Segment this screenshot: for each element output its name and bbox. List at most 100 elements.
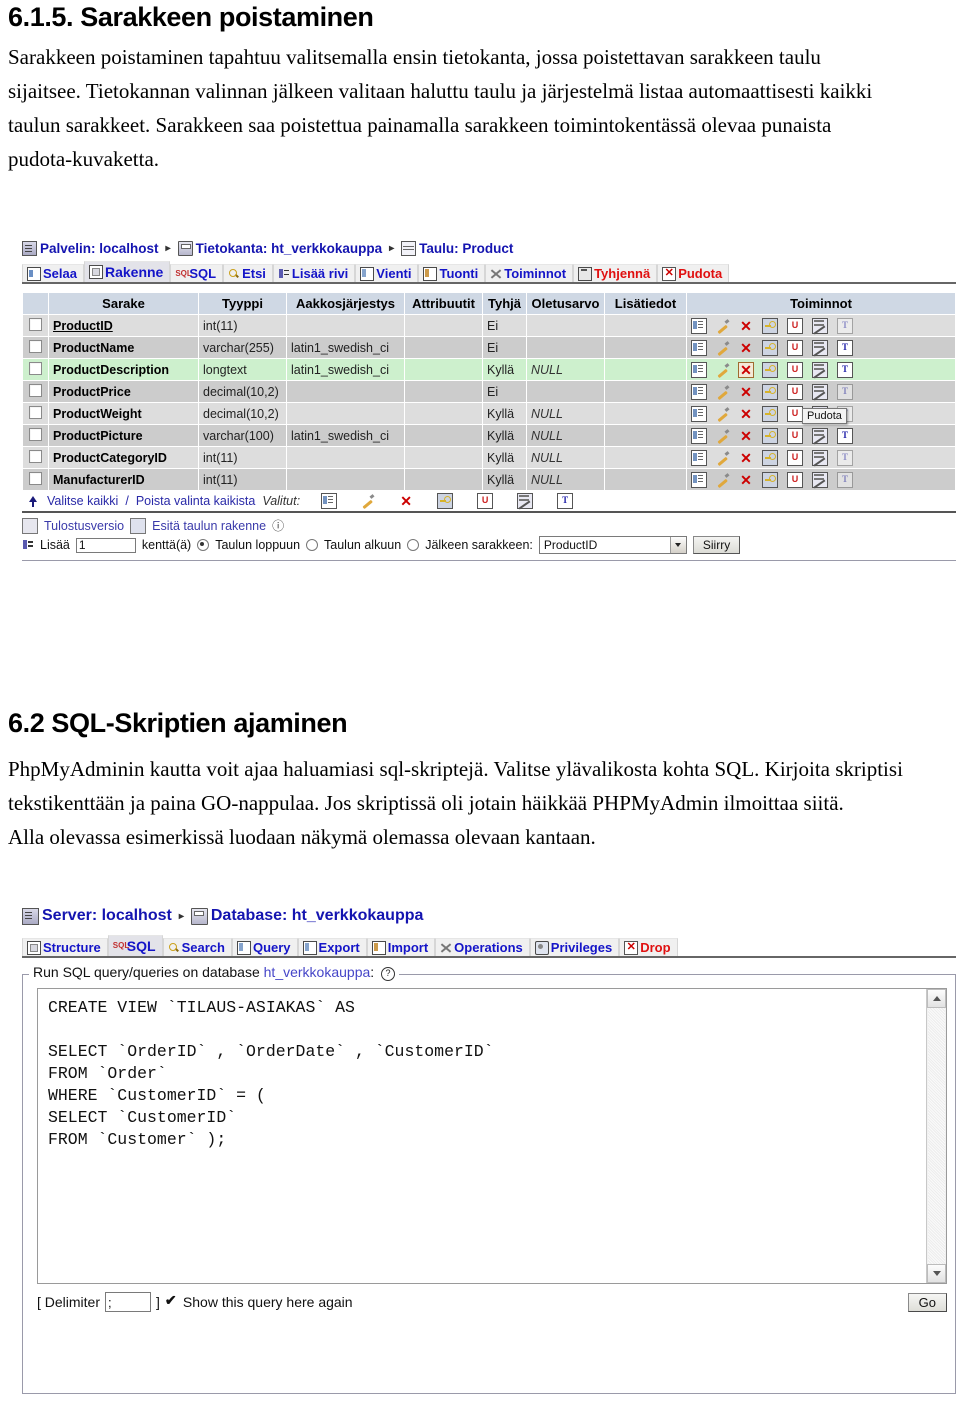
primary-key-icon[interactable]: [762, 427, 778, 444]
breadcrumb-server-sql[interactable]: Server: localhost: [42, 907, 172, 925]
edit-pencil-icon[interactable]: [716, 385, 730, 399]
browse-icon[interactable]: [691, 471, 707, 488]
tab-query[interactable]: Query: [231, 938, 298, 956]
sql-query-textarea[interactable]: CREATE VIEW `TILAUS-ASIAKAS` AS SELECT `…: [38, 989, 926, 1283]
unique-icon[interactable]: U: [787, 361, 803, 378]
help-icon[interactable]: ?: [381, 967, 396, 981]
browse-icon[interactable]: [691, 405, 707, 422]
tab-sql[interactable]: SQL SQL: [107, 935, 163, 956]
tab-search[interactable]: Search: [162, 938, 232, 956]
table-row[interactable]: ProductPicture varchar(100) latin1_swedish…: [22, 424, 956, 447]
row-checkbox[interactable]: [29, 471, 42, 485]
print-view-link[interactable]: Tulostusversio: [44, 519, 124, 533]
unique-icon[interactable]: U: [787, 471, 803, 488]
table-row[interactable]: ProductPrice decimal(10,2) Ei ✕ U T: [22, 380, 956, 403]
after-column-select[interactable]: ProductID: [538, 536, 687, 554]
radio-at-end-of-table[interactable]: [197, 539, 210, 551]
scroll-up-arrow-icon[interactable]: [927, 989, 946, 1008]
go-button-structure[interactable]: Siirry: [692, 536, 741, 554]
index-icon[interactable]: [812, 449, 828, 466]
breadcrumb-server[interactable]: Palvelin: localhost: [40, 241, 159, 256]
tab-lisää-rivi[interactable]: Lisää rivi: [272, 264, 356, 282]
row-checkbox[interactable]: [29, 405, 42, 419]
drop-x-icon[interactable]: ✕: [739, 451, 753, 465]
browse-icon[interactable]: [691, 361, 707, 378]
index-icon[interactable]: [812, 339, 828, 356]
row-checkbox[interactable]: [29, 449, 42, 463]
tab-etsi[interactable]: Etsi: [223, 264, 273, 282]
index-icon[interactable]: [517, 493, 534, 509]
drop-x-icon[interactable]: ✕: [739, 341, 753, 355]
fulltext-icon[interactable]: T: [557, 493, 574, 509]
edit-pencil-icon[interactable]: [716, 429, 730, 443]
tab-structure[interactable]: Structure: [22, 938, 108, 956]
edit-pencil-icon[interactable]: [361, 494, 375, 508]
tab-drop[interactable]: Drop: [619, 938, 678, 956]
drop-x-icon[interactable]: ✕: [739, 473, 753, 487]
fulltext-icon[interactable]: T: [837, 471, 853, 488]
breadcrumb-table[interactable]: Taulu: Product: [419, 241, 513, 256]
scrollbar-track[interactable]: [928, 1008, 945, 1264]
propose-structure-link[interactable]: Esitä taulun rakenne: [152, 519, 266, 533]
fulltext-icon[interactable]: T: [837, 361, 853, 378]
row-checkbox[interactable]: [29, 361, 42, 375]
breadcrumb-database[interactable]: Tietokanta: ht_verkkokauppa: [196, 241, 383, 256]
show-query-checkbox[interactable]: [165, 1292, 178, 1309]
row-checkbox[interactable]: [29, 339, 42, 353]
breadcrumb-database-sql[interactable]: Database: ht_verkkokauppa: [211, 907, 424, 925]
table-row[interactable]: ManufacturerID int(11) Kyllä NULL ✕ U T: [22, 468, 956, 491]
drop-x-icon[interactable]: ✕: [399, 494, 413, 508]
row-checkbox[interactable]: [29, 427, 42, 441]
unique-icon[interactable]: U: [787, 383, 803, 400]
drop-x-icon[interactable]: ✕: [739, 319, 753, 333]
tab-selaa[interactable]: Selaa: [22, 264, 84, 282]
table-row[interactable]: ProductCategoryID int(11) Kyllä NULL ✕ U T: [22, 446, 956, 469]
unique-icon[interactable]: U: [787, 427, 803, 444]
scroll-down-arrow-icon[interactable]: [927, 1264, 946, 1283]
unique-icon[interactable]: U: [787, 405, 803, 422]
table-row[interactable]: ProductID int(11) Ei ✕ U T: [22, 314, 956, 337]
primary-key-icon[interactable]: [762, 471, 778, 488]
index-icon[interactable]: [812, 471, 828, 488]
textarea-scrollbar[interactable]: [926, 989, 946, 1283]
tab-import[interactable]: Import: [366, 938, 436, 956]
edit-pencil-icon[interactable]: [716, 341, 730, 355]
browse-icon[interactable]: [321, 493, 338, 509]
tab-rakenne[interactable]: Rakenne: [83, 261, 171, 282]
edit-pencil-icon[interactable]: [716, 363, 730, 377]
radio-after-column[interactable]: [407, 539, 420, 551]
tab-operations[interactable]: Operations: [435, 938, 530, 956]
unique-icon[interactable]: U: [787, 339, 803, 356]
select-all-link[interactable]: Valitse kaikki: [47, 494, 118, 508]
browse-icon[interactable]: [691, 317, 707, 334]
drop-x-icon[interactable]: ✕: [738, 361, 754, 378]
edit-pencil-icon[interactable]: [716, 473, 730, 487]
index-icon[interactable]: [812, 427, 828, 444]
tab-privileges[interactable]: Privileges: [529, 938, 620, 956]
unique-icon[interactable]: U: [477, 493, 494, 509]
primary-key-icon[interactable]: [762, 361, 778, 378]
go-button-sql[interactable]: Go: [907, 1292, 947, 1312]
fulltext-icon[interactable]: T: [837, 383, 853, 400]
radio-at-beginning-of-table[interactable]: [306, 539, 319, 551]
tab-sql[interactable]: SQL SQL: [170, 264, 224, 282]
help-icon[interactable]: ⓘ: [272, 517, 284, 534]
tab-tuonti[interactable]: Tuonti: [418, 264, 486, 282]
index-icon[interactable]: [812, 383, 828, 400]
primary-key-icon[interactable]: [437, 493, 454, 509]
tab-export[interactable]: Export: [297, 938, 367, 956]
row-checkbox[interactable]: [29, 383, 42, 397]
browse-icon[interactable]: [691, 339, 707, 356]
index-icon[interactable]: [812, 361, 828, 378]
browse-icon[interactable]: [691, 383, 707, 400]
field-count-input[interactable]: [75, 537, 136, 553]
unique-icon[interactable]: U: [787, 449, 803, 466]
browse-icon[interactable]: [691, 427, 707, 444]
tab-vienti[interactable]: Vienti: [355, 264, 419, 282]
browse-icon[interactable]: [691, 449, 707, 466]
fulltext-icon[interactable]: T: [837, 449, 853, 466]
deselect-all-link[interactable]: Poista valinta kaikista: [136, 494, 256, 508]
table-row[interactable]: ProductName varchar(255) latin1_swedish_ci…: [22, 336, 956, 359]
table-row[interactable]: ProductDescription longtext latin1_swedish…: [22, 358, 956, 381]
tab-tyhjennä[interactable]: Tyhjennä: [573, 264, 658, 282]
